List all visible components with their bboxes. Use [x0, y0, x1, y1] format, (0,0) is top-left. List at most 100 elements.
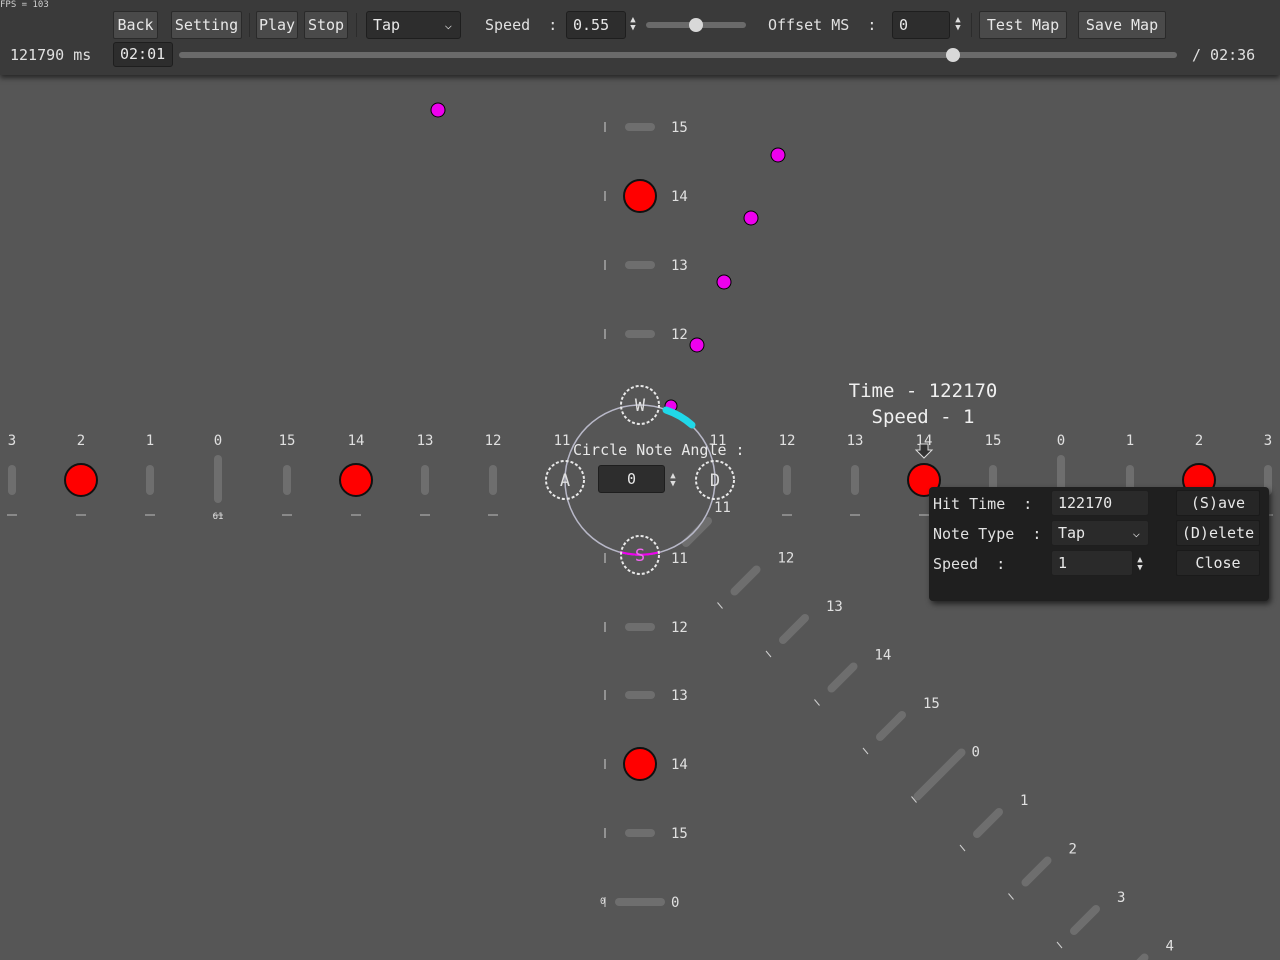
test-map-button[interactable]: Test Map [979, 11, 1067, 39]
preview-time: Time - 122170 [848, 380, 998, 402]
note-type-select-value: Tap [373, 16, 401, 34]
chevron-down-icon: ⌵ [1132, 526, 1140, 540]
fps-counter: FPS = 103 [0, 0, 49, 10]
lane-label: 0 [972, 745, 980, 761]
lane-slot [625, 261, 655, 269]
save-map-button[interactable]: Save Map [1078, 11, 1166, 39]
lane-slot [615, 898, 665, 906]
toolbar-separator [971, 13, 972, 37]
lane-label: 12 [778, 551, 795, 567]
note-type-label: Note Type : [933, 525, 1042, 543]
lane-slot [214, 455, 222, 503]
play-button[interactable]: Play [256, 11, 298, 39]
panel-speed-value: 1 [1058, 554, 1068, 572]
current-ms: 121790 ms [10, 46, 92, 64]
preview-speed: Speed - 1 [871, 406, 975, 428]
circle-angle-input[interactable]: 0 [598, 465, 665, 493]
lane-label: 13 [847, 433, 864, 449]
lane-label: 11 [671, 551, 688, 567]
lane-label: 0 [1057, 433, 1065, 449]
panel-speed-stepper-icon[interactable]: ▲ ▼ [1135, 556, 1145, 573]
lane-marker: 0 [600, 897, 605, 907]
lane-label: 2 [1195, 433, 1203, 449]
lane-label: 12 [485, 433, 502, 449]
lane-slot [625, 123, 655, 131]
lane-label: 15 [671, 826, 688, 842]
timeline-slider[interactable] [179, 52, 1177, 58]
magenta-note[interactable] [716, 274, 732, 290]
hit-time-label: Hit Time : [933, 495, 1033, 513]
lane-slot [1021, 856, 1052, 887]
lane-slot [489, 465, 497, 495]
lane-slot [851, 465, 859, 495]
save-note-button[interactable]: (S)ave [1176, 490, 1260, 516]
lane-label: 12 [779, 433, 796, 449]
lane-slot [779, 614, 809, 644]
red-note [64, 463, 98, 497]
current-time-input[interactable]: 02:01 [113, 42, 173, 67]
lane-slot [625, 623, 655, 631]
speed-input-value: 0.55 [573, 16, 610, 34]
magenta-note[interactable] [743, 210, 759, 226]
lane-label: 15 [279, 433, 296, 449]
lane-label: 11 [714, 500, 731, 516]
note-type-select[interactable]: Tap ⌵ [366, 11, 461, 39]
lane-label: 4 [1166, 939, 1174, 955]
magenta-note[interactable] [689, 337, 705, 353]
lane-label: 13 [671, 258, 688, 274]
magenta-note[interactable] [770, 147, 786, 163]
toolbar-separator [356, 13, 357, 37]
lane-label: 14 [875, 648, 892, 664]
hit-time-value: 122170 [1058, 494, 1113, 512]
lane-label: 14 [348, 433, 365, 449]
speed-input[interactable]: 0.55 [566, 11, 626, 39]
speed-slider-thumb[interactable] [689, 18, 703, 32]
lane-slot [682, 517, 712, 547]
panel-speed-label: Speed : [933, 555, 1006, 573]
lane-label: 3 [8, 433, 16, 449]
toolbar: FPS = 103 Back Setting Play Stop Tap ⌵ S… [0, 0, 1280, 75]
key-a-label: A [560, 471, 570, 491]
back-button[interactable]: Back [113, 11, 158, 39]
lane-label: 2 [77, 433, 85, 449]
delete-note-button[interactable]: (D)elete [1176, 520, 1260, 546]
lane-label: 1 [146, 433, 154, 449]
lane-tick [959, 844, 966, 852]
circle-angle-stepper-icon[interactable]: ▲ ▼ [668, 472, 678, 489]
lane-slot [625, 330, 655, 338]
close-panel-button[interactable]: Close [1176, 550, 1260, 576]
setting-button[interactable]: Setting [171, 11, 242, 39]
magenta-note[interactable] [430, 102, 446, 118]
timeline-slider-thumb[interactable] [946, 48, 961, 62]
current-time-value: 02:01 [120, 45, 166, 63]
lane-label: 3 [1264, 433, 1272, 449]
lane-tick [1008, 893, 1014, 900]
lane-tick [1056, 941, 1063, 949]
lane-label: 13 [417, 433, 434, 449]
hit-time-input[interactable]: 122170 [1051, 490, 1149, 516]
panel-speed-input[interactable]: 1 [1051, 550, 1133, 576]
lane-tick [862, 747, 869, 755]
panel-note-type-select[interactable]: Tap ⌵ [1051, 520, 1149, 546]
lane-label: 0 [214, 433, 222, 449]
magenta-notes [430, 102, 786, 413]
stop-button[interactable]: Stop [304, 11, 348, 39]
red-note [339, 463, 373, 497]
lane-slot [283, 465, 291, 495]
lane-label: 12 [671, 620, 688, 636]
lane-slot [625, 829, 655, 837]
offset-label: Offset MS : [768, 16, 877, 34]
offset-stepper-icon[interactable]: ▲ ▼ [953, 16, 963, 33]
offset-input-value: 0 [899, 16, 909, 34]
lane-label: 15 [923, 696, 940, 712]
lane-marker: 61 [213, 512, 224, 522]
lane-label: 2 [1069, 842, 1077, 858]
lane-tick [717, 602, 723, 609]
speed-stepper-icon[interactable]: ▲ ▼ [628, 16, 638, 33]
angle-arc-indicator [662, 406, 696, 429]
lane-label: 14 [671, 189, 688, 205]
offset-input[interactable]: 0 [892, 11, 950, 39]
lane-label: 1 [1126, 433, 1134, 449]
lane-tick [814, 699, 820, 706]
lane-label: 15 [671, 120, 688, 136]
